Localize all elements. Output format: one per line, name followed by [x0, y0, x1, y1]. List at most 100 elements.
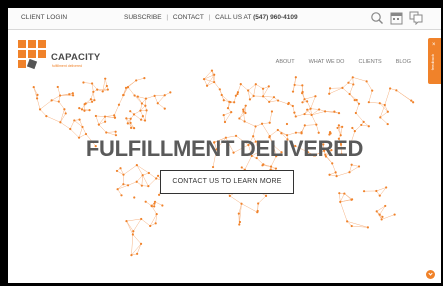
map-node: [294, 131, 298, 134]
map-node: [386, 110, 389, 113]
hero-title: FULFILLMENT DELIVERED: [85, 136, 364, 161]
map-node: [153, 94, 156, 97]
map-node: [156, 102, 159, 105]
map-node: [69, 127, 72, 131]
map-node: [267, 85, 270, 88]
contact-link[interactable]: CONTACT: [173, 14, 204, 21]
map-node: [260, 122, 264, 125]
map-node: [362, 120, 365, 123]
map-node: [254, 125, 257, 128]
map-node: [346, 220, 349, 223]
map-link: [126, 218, 142, 222]
map-node: [367, 101, 370, 104]
map-node: [223, 120, 227, 124]
map-link: [36, 98, 41, 110]
map-link: [98, 124, 107, 133]
map-node: [242, 110, 245, 113]
nav-about[interactable]: ABOUT: [276, 59, 295, 65]
map-node: [338, 192, 341, 195]
map-node: [264, 194, 268, 197]
map-node: [140, 102, 144, 105]
map-node: [59, 121, 62, 124]
map-node: [230, 111, 233, 114]
map-node: [81, 125, 84, 129]
map-node: [119, 167, 122, 170]
scroll-down-icon[interactable]: [426, 270, 435, 279]
map-node: [335, 175, 338, 178]
map-link: [340, 201, 348, 222]
map-node: [124, 86, 128, 89]
chat-icon[interactable]: [409, 11, 423, 25]
search-icon[interactable]: [370, 11, 384, 25]
map-link: [354, 124, 362, 132]
map-node: [239, 83, 242, 86]
map-node: [228, 100, 231, 103]
map-link: [342, 87, 350, 95]
map-node: [96, 88, 99, 91]
map-link: [304, 124, 317, 126]
map-node: [341, 125, 344, 129]
map-link: [157, 103, 165, 109]
map-link: [340, 193, 345, 202]
map-node: [94, 114, 97, 118]
map-node: [129, 126, 133, 129]
map-node: [133, 94, 136, 97]
phone-number-link[interactable]: (547) 960-4109: [253, 14, 297, 21]
map-link: [154, 95, 165, 97]
nav-clients[interactable]: CLIENTS: [358, 59, 381, 65]
map-node: [306, 100, 309, 103]
map-node: [135, 79, 138, 82]
map-node: [130, 253, 133, 257]
map-node: [157, 193, 161, 196]
client-login-link[interactable]: CLIENT LOGIN: [21, 14, 67, 21]
map-node: [71, 92, 74, 95]
map-link: [60, 122, 71, 130]
nav-blog[interactable]: BLOG: [396, 59, 411, 65]
map-link: [127, 181, 137, 186]
map-node: [310, 113, 313, 117]
map-link: [384, 88, 391, 106]
nav-what-we-do[interactable]: WHAT WE DO: [309, 59, 345, 65]
map-node: [351, 76, 354, 79]
map-node: [116, 188, 119, 191]
map-node: [105, 131, 108, 134]
map-node: [218, 88, 221, 91]
map-link: [93, 91, 95, 101]
map-node: [139, 109, 142, 112]
map-node: [350, 163, 353, 166]
map-link: [70, 120, 75, 130]
map-link: [117, 185, 129, 190]
map-node: [385, 186, 388, 189]
map-node: [334, 171, 337, 174]
map-link: [51, 95, 61, 101]
map-node: [78, 106, 81, 110]
map-link: [237, 84, 241, 93]
map-link: [262, 122, 270, 125]
calendar-icon[interactable]: [390, 11, 403, 25]
logo-mark-icon: [18, 40, 48, 70]
map-link: [57, 86, 61, 96]
map-link: [136, 164, 149, 174]
map-link: [95, 115, 100, 125]
map-node: [240, 202, 243, 205]
contact-cta-button[interactable]: CONTACT US TO LEARN MORE: [160, 170, 294, 194]
map-link: [39, 109, 47, 117]
map-node: [337, 112, 341, 115]
close-icon[interactable]: ×: [432, 42, 436, 48]
map-node: [412, 101, 415, 104]
map-link: [60, 113, 66, 123]
map-node: [276, 128, 279, 132]
map-node: [238, 117, 241, 120]
map-node: [371, 89, 374, 92]
map-link: [136, 165, 143, 176]
map-link: [252, 126, 256, 137]
subscribe-link[interactable]: SUBSCRIBE: [124, 14, 162, 21]
map-node: [120, 194, 123, 197]
map-node: [83, 103, 86, 106]
map-node: [153, 200, 157, 203]
map-link: [336, 171, 350, 177]
map-link: [342, 82, 349, 89]
map-node: [303, 124, 306, 127]
map-node: [126, 184, 130, 187]
map-link: [104, 78, 108, 87]
